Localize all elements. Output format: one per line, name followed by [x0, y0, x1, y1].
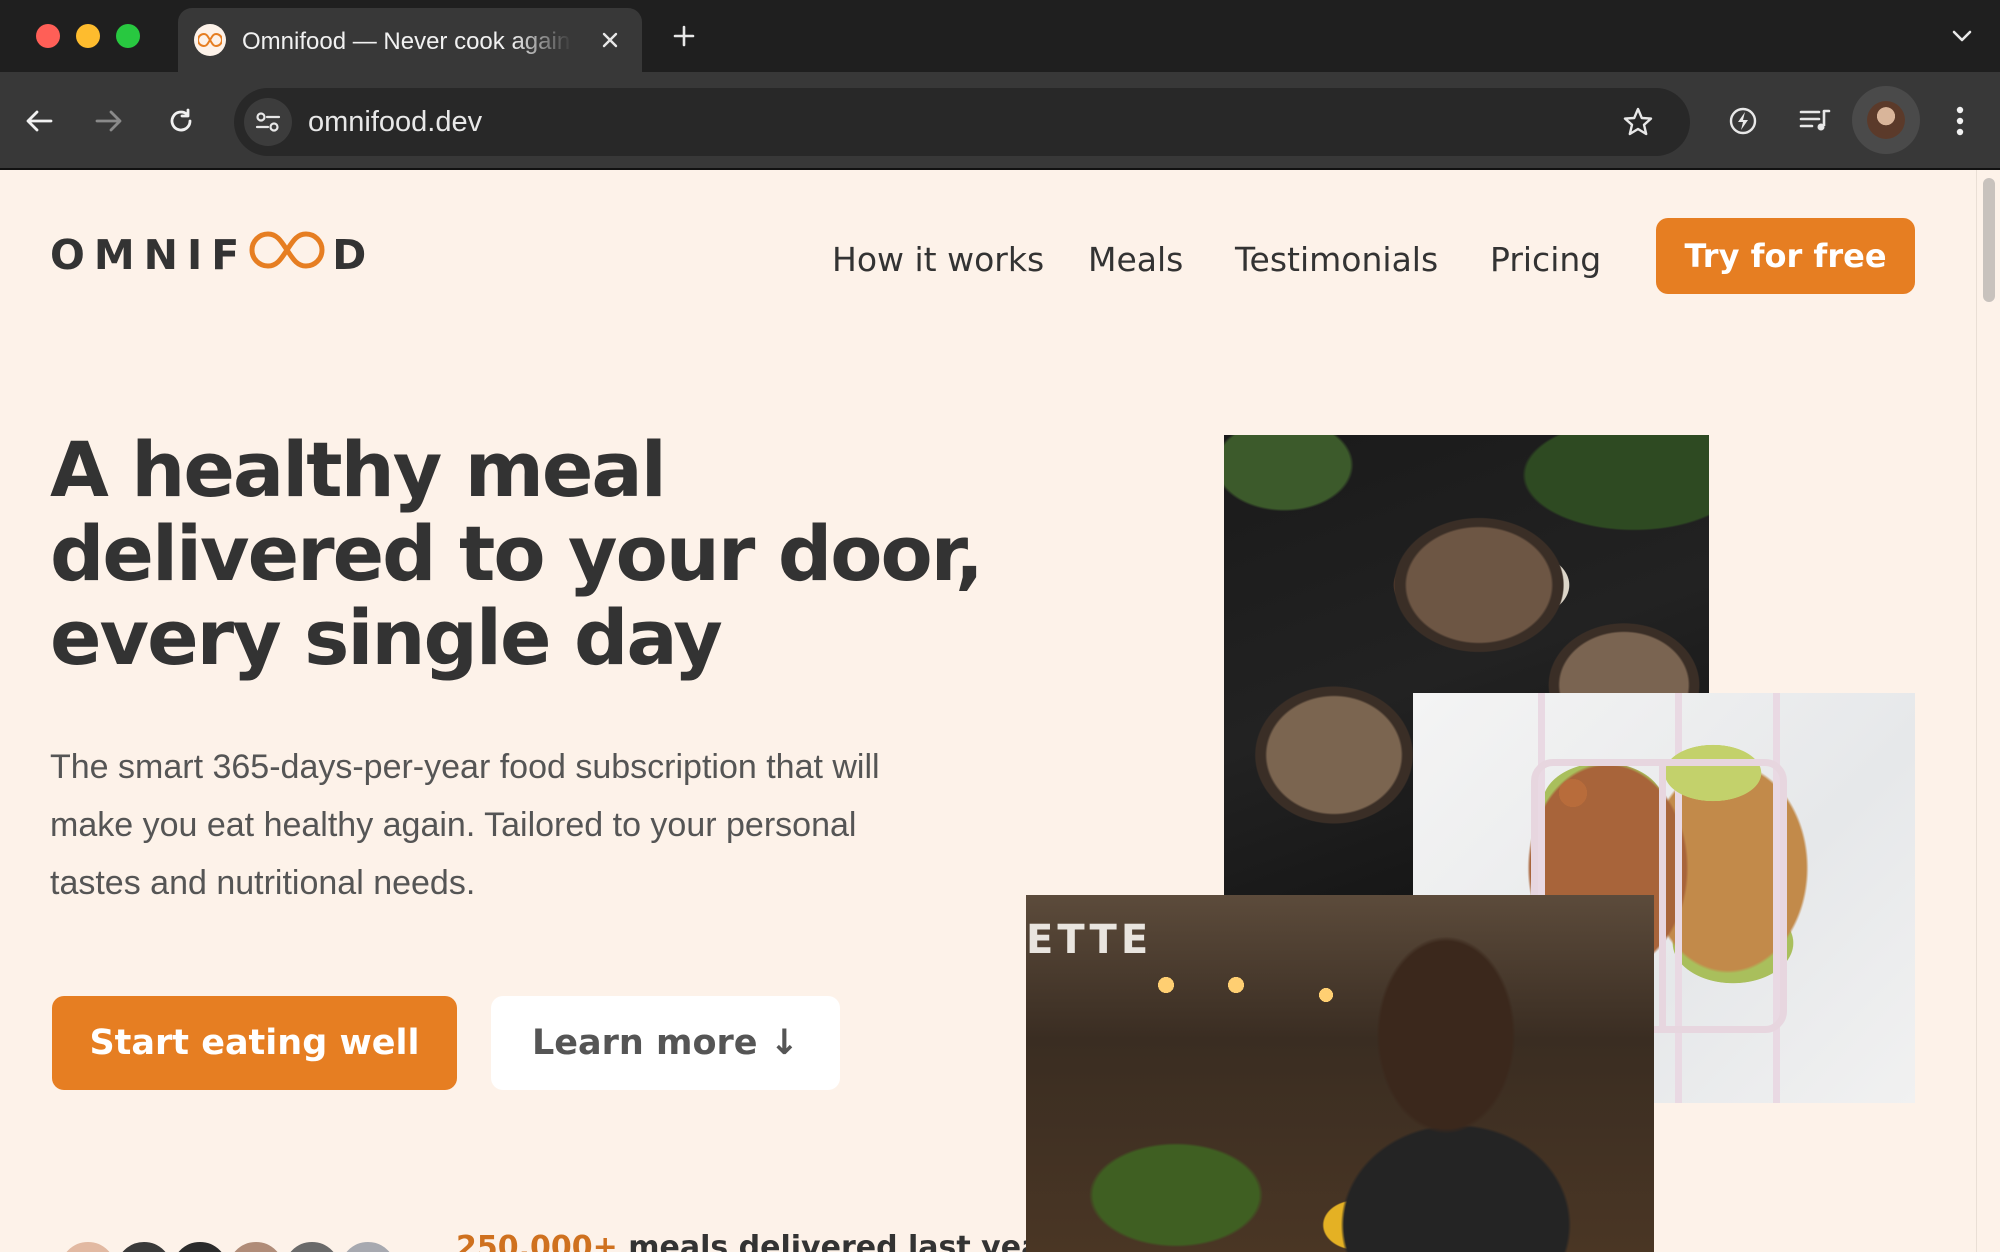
- nav-meals[interactable]: Meals: [1088, 230, 1183, 288]
- new-tab-icon[interactable]: [664, 16, 704, 56]
- nav-link-label[interactable]: How it works: [832, 240, 1044, 279]
- meals-delivered-stat: 250,000+ meals delivered last year!: [456, 1230, 1070, 1252]
- omnifood-favicon-icon: [194, 24, 226, 56]
- meals-delivered-label: meals delivered last year!: [617, 1230, 1070, 1252]
- learn-more-button[interactable]: Learn more ↓: [491, 996, 840, 1090]
- extension-bolt-icon[interactable]: [1718, 96, 1768, 146]
- try-for-free-button[interactable]: Try for free: [1656, 218, 1915, 294]
- customer-avatar: [168, 1238, 232, 1252]
- tab-close-icon[interactable]: [594, 24, 626, 56]
- logo-text-right: D: [332, 231, 376, 279]
- nav-link-label[interactable]: Meals: [1088, 240, 1183, 279]
- more-menu-icon[interactable]: [1935, 96, 1985, 146]
- customer-avatar: [280, 1238, 344, 1252]
- tab-search-chevron-down-icon[interactable]: [1942, 16, 1982, 56]
- start-eating-well-button[interactable]: Start eating well: [52, 996, 457, 1090]
- omnifood-logo[interactable]: OMNIF D: [50, 230, 375, 280]
- browser-titlebar: Omnifood — Never cook again!: [0, 0, 2000, 72]
- hero-image-woman-eating: ETTE: [1026, 895, 1654, 1252]
- scrollbar-thumb[interactable]: [1983, 178, 1995, 302]
- customer-avatar: [56, 1238, 120, 1252]
- window-minimize-button[interactable]: [76, 24, 100, 48]
- back-arrow-icon[interactable]: [14, 96, 64, 146]
- nav-link-label[interactable]: Pricing: [1490, 240, 1601, 279]
- hero-description: The smart 365-days-per-year food subscri…: [50, 748, 880, 902]
- browser-toolbar: omnifood.dev: [0, 72, 2000, 170]
- customer-avatar: [224, 1238, 288, 1252]
- media-queue-icon[interactable]: [1790, 96, 1840, 146]
- address-bar[interactable]: omnifood.dev: [234, 88, 1690, 156]
- nav-testimonials[interactable]: Testimonials: [1235, 230, 1438, 288]
- reload-icon[interactable]: [156, 96, 206, 146]
- meals-delivered-number: 250,000+: [456, 1230, 618, 1252]
- page-scrollbar[interactable]: [1976, 170, 2000, 1252]
- nav-link-label[interactable]: Testimonials: [1235, 240, 1438, 279]
- restaurant-sign-text: ETTE: [1026, 917, 1153, 963]
- meal-box-divider: [1659, 759, 1666, 1033]
- nav-pricing[interactable]: Pricing: [1490, 230, 1601, 288]
- customer-avatar: [336, 1238, 400, 1252]
- bookmark-star-icon[interactable]: [1616, 100, 1660, 144]
- tab-title: Omnifood — Never cook again!: [242, 28, 572, 56]
- customer-avatar: [112, 1238, 176, 1252]
- profile-picture: [1867, 101, 1905, 139]
- window-close-button[interactable]: [36, 24, 60, 48]
- browser-tab[interactable]: Omnifood — Never cook again!: [178, 8, 642, 72]
- page-viewport: OMNIF D How it works Meals Testimonials …: [0, 170, 2000, 1252]
- site-settings-icon[interactable]: [244, 98, 292, 146]
- window-zoom-button[interactable]: [116, 24, 140, 48]
- profile-avatar[interactable]: [1852, 86, 1920, 154]
- forward-arrow-icon[interactable]: [84, 96, 134, 146]
- logo-text-left: OMNIF: [50, 231, 249, 279]
- hero-headline: A healthy meal delivered to your door, e…: [50, 425, 984, 682]
- url-text[interactable]: omnifood.dev: [308, 106, 482, 139]
- nav-how-it-works[interactable]: How it works: [832, 230, 1044, 288]
- logo-infinity-icon: [248, 230, 326, 280]
